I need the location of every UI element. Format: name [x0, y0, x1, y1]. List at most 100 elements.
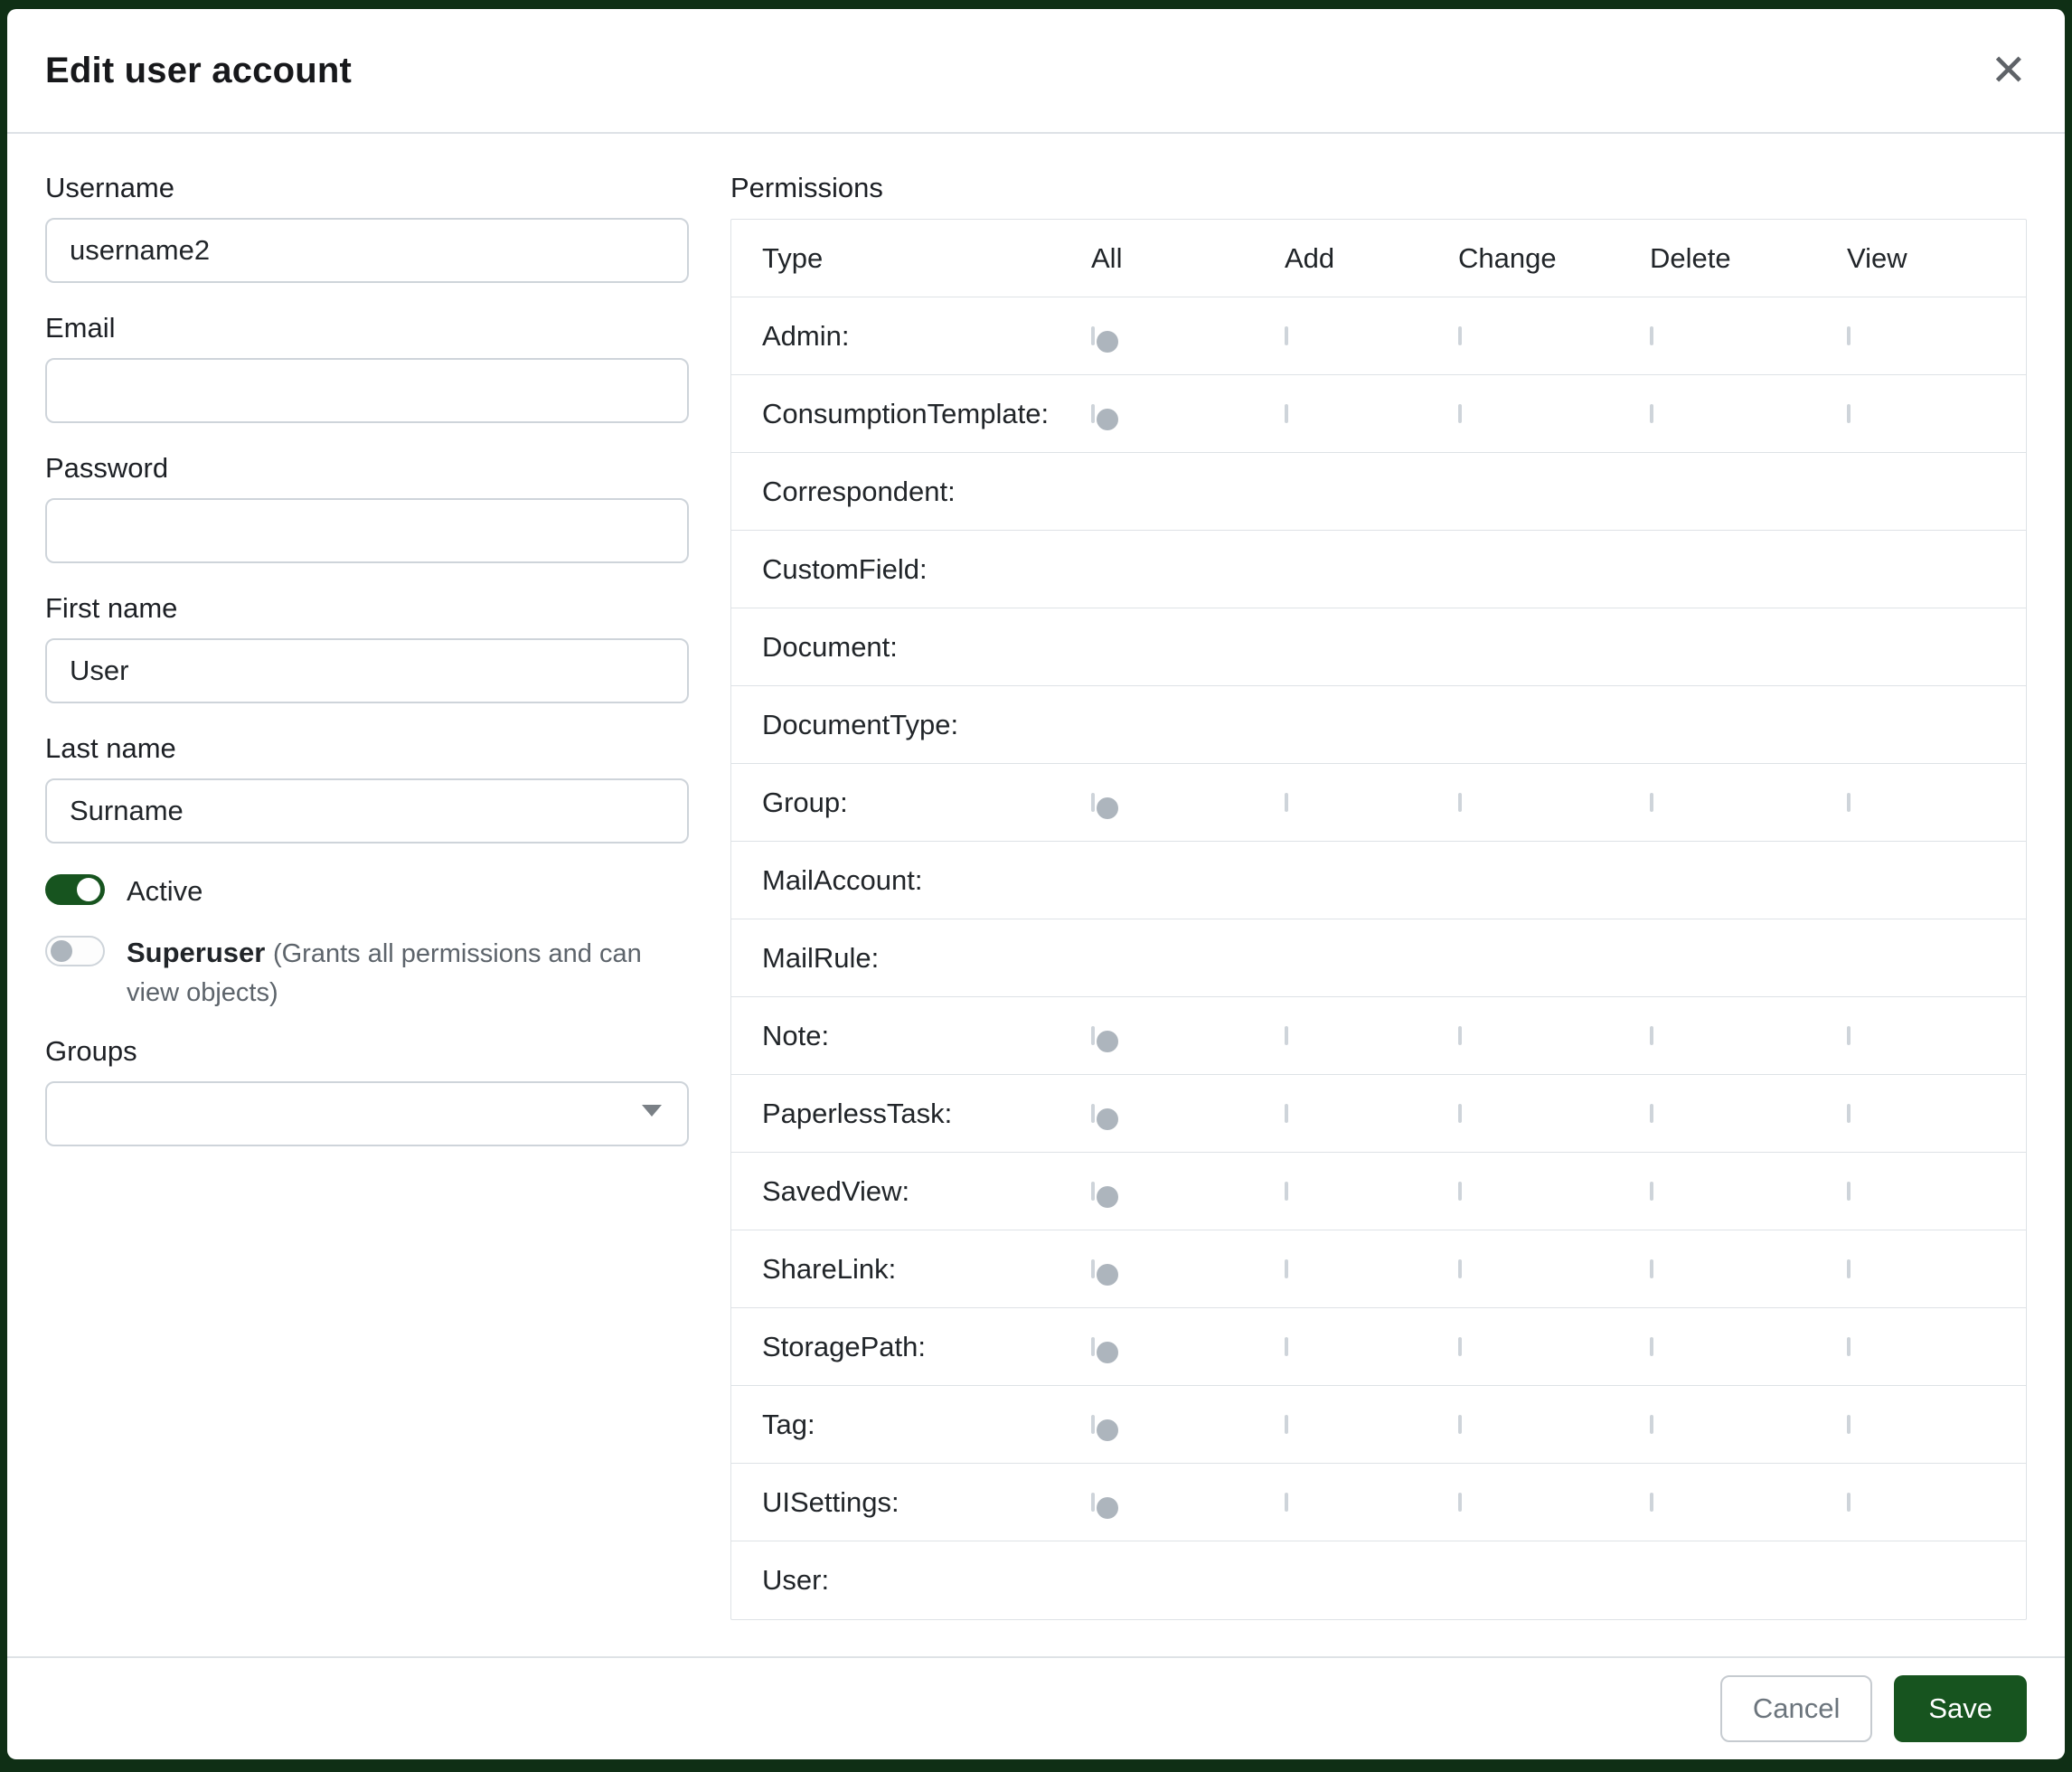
permission-all-toggle[interactable]: [1091, 326, 1095, 345]
superuser-toggle[interactable]: [45, 936, 105, 966]
permission-type-label: Admin:: [731, 320, 1091, 353]
permission-delete-checkbox[interactable]: [1650, 1182, 1653, 1201]
permission-view-checkbox[interactable]: [1847, 1415, 1851, 1434]
permission-type-label: ShareLink:: [731, 1253, 1091, 1286]
groups-select[interactable]: [45, 1081, 689, 1146]
permission-add-checkbox[interactable]: [1285, 1415, 1288, 1434]
password-input[interactable]: [45, 498, 689, 563]
last-name-input[interactable]: [45, 778, 689, 844]
permission-add-checkbox[interactable]: [1285, 326, 1288, 345]
permission-delete-checkbox[interactable]: [1650, 1415, 1653, 1434]
username-input[interactable]: [45, 218, 689, 283]
permission-row: Group:: [731, 764, 2026, 842]
permission-change-checkbox[interactable]: [1458, 1104, 1462, 1123]
permission-view-checkbox[interactable]: [1847, 1104, 1851, 1123]
permission-view-checkbox[interactable]: [1847, 1259, 1851, 1278]
first-name-input[interactable]: [45, 638, 689, 703]
permission-add-checkbox[interactable]: [1285, 404, 1288, 423]
permission-delete-checkbox[interactable]: [1650, 404, 1653, 423]
permission-delete-checkbox[interactable]: [1650, 1337, 1653, 1356]
permission-delete-checkbox[interactable]: [1650, 1493, 1653, 1512]
permission-type-label: Tag:: [731, 1409, 1091, 1441]
permission-view-checkbox[interactable]: [1847, 404, 1851, 423]
permission-add-checkbox[interactable]: [1285, 1493, 1288, 1512]
column-header-change: Change: [1458, 242, 1650, 275]
column-header-type: Type: [731, 242, 1091, 275]
permission-add-checkbox[interactable]: [1285, 1259, 1288, 1278]
permission-all-toggle[interactable]: [1091, 1415, 1095, 1434]
cancel-button[interactable]: Cancel: [1720, 1675, 1873, 1742]
permission-row: Note:: [731, 997, 2026, 1075]
permission-view-checkbox[interactable]: [1847, 1337, 1851, 1356]
permission-all-toggle[interactable]: [1091, 1026, 1095, 1045]
permission-type-label: Correspondent:: [731, 476, 1091, 508]
permission-type-label: DocumentType:: [731, 709, 1091, 741]
permission-add-checkbox[interactable]: [1285, 1182, 1288, 1201]
active-toggle[interactable]: [45, 874, 105, 905]
permission-change-checkbox[interactable]: [1458, 1493, 1462, 1512]
column-header-all: All: [1091, 242, 1285, 275]
permission-all-toggle[interactable]: [1091, 1104, 1095, 1123]
permission-delete-checkbox[interactable]: [1650, 1104, 1653, 1123]
chevron-down-icon: [642, 1105, 662, 1117]
permission-all-toggle[interactable]: [1091, 404, 1095, 423]
permission-view-checkbox[interactable]: [1847, 1026, 1851, 1045]
permission-row: ConsumptionTemplate:: [731, 375, 2026, 453]
permission-all-toggle[interactable]: [1091, 1182, 1095, 1201]
permissions-table: Type All Add Change Delete View Admin: C…: [730, 219, 2027, 1620]
permission-view-checkbox[interactable]: [1847, 326, 1851, 345]
permission-all-toggle[interactable]: [1091, 1337, 1095, 1356]
permission-add-checkbox[interactable]: [1285, 1337, 1288, 1356]
permission-delete-checkbox[interactable]: [1650, 1259, 1653, 1278]
password-label: Password: [45, 452, 689, 485]
toggle-knob: [51, 940, 72, 962]
email-input[interactable]: [45, 358, 689, 423]
permission-type-label: User:: [731, 1564, 1091, 1597]
dialog-body: Username Email Password First name Last …: [7, 134, 2065, 1656]
permission-change-checkbox[interactable]: [1458, 1415, 1462, 1434]
permission-row: Admin:: [731, 297, 2026, 375]
permission-change-checkbox[interactable]: [1458, 1026, 1462, 1045]
permission-type-label: CustomField:: [731, 553, 1091, 586]
permission-change-checkbox[interactable]: [1458, 1337, 1462, 1356]
close-button[interactable]: ✕: [1991, 49, 2027, 92]
edit-user-dialog: Edit user account ✕ Username Email Passw…: [7, 9, 2065, 1759]
last-name-label: Last name: [45, 732, 689, 765]
toggle-knob: [1097, 1108, 1118, 1130]
permission-change-checkbox[interactable]: [1458, 404, 1462, 423]
permission-type-label: Note:: [731, 1020, 1091, 1052]
toggle-knob: [1097, 1497, 1118, 1519]
permission-change-checkbox[interactable]: [1458, 326, 1462, 345]
permission-delete-checkbox[interactable]: [1650, 793, 1653, 812]
permissions-section: Permissions Type All Add Change Delete V…: [730, 172, 2027, 1656]
toggle-knob: [1097, 797, 1118, 819]
save-button[interactable]: Save: [1894, 1675, 2027, 1742]
permission-all-toggle[interactable]: [1091, 793, 1095, 812]
permission-view-checkbox[interactable]: [1847, 1182, 1851, 1201]
permission-all-toggle[interactable]: [1091, 1493, 1095, 1512]
permission-view-checkbox[interactable]: [1847, 1493, 1851, 1512]
permission-row: SavedView:: [731, 1153, 2026, 1230]
permission-type-label: UISettings:: [731, 1486, 1091, 1519]
permission-add-checkbox[interactable]: [1285, 1026, 1288, 1045]
permission-row: PaperlessTask:: [731, 1075, 2026, 1153]
permission-row: MailRule:: [731, 919, 2026, 997]
toggle-knob: [1063, 1584, 1087, 1607]
permission-add-checkbox[interactable]: [1285, 793, 1288, 812]
permission-all-toggle[interactable]: [1091, 1259, 1095, 1278]
toggle-knob: [1097, 1264, 1118, 1286]
permission-delete-checkbox[interactable]: [1650, 326, 1653, 345]
permission-row: StoragePath:: [731, 1308, 2026, 1386]
close-icon: ✕: [1991, 45, 2027, 96]
permission-type-label: ConsumptionTemplate:: [731, 398, 1091, 430]
permission-delete-checkbox[interactable]: [1650, 1026, 1653, 1045]
toggle-knob: [1063, 495, 1087, 519]
permission-view-checkbox[interactable]: [1847, 793, 1851, 812]
username-label: Username: [45, 172, 689, 204]
permission-change-checkbox[interactable]: [1458, 793, 1462, 812]
permissions-label: Permissions: [730, 172, 2027, 204]
permission-change-checkbox[interactable]: [1458, 1259, 1462, 1278]
permissions-table-body: Admin: ConsumptionTemplate: Corresponden…: [731, 297, 2026, 1619]
permission-change-checkbox[interactable]: [1458, 1182, 1462, 1201]
permission-add-checkbox[interactable]: [1285, 1104, 1288, 1123]
